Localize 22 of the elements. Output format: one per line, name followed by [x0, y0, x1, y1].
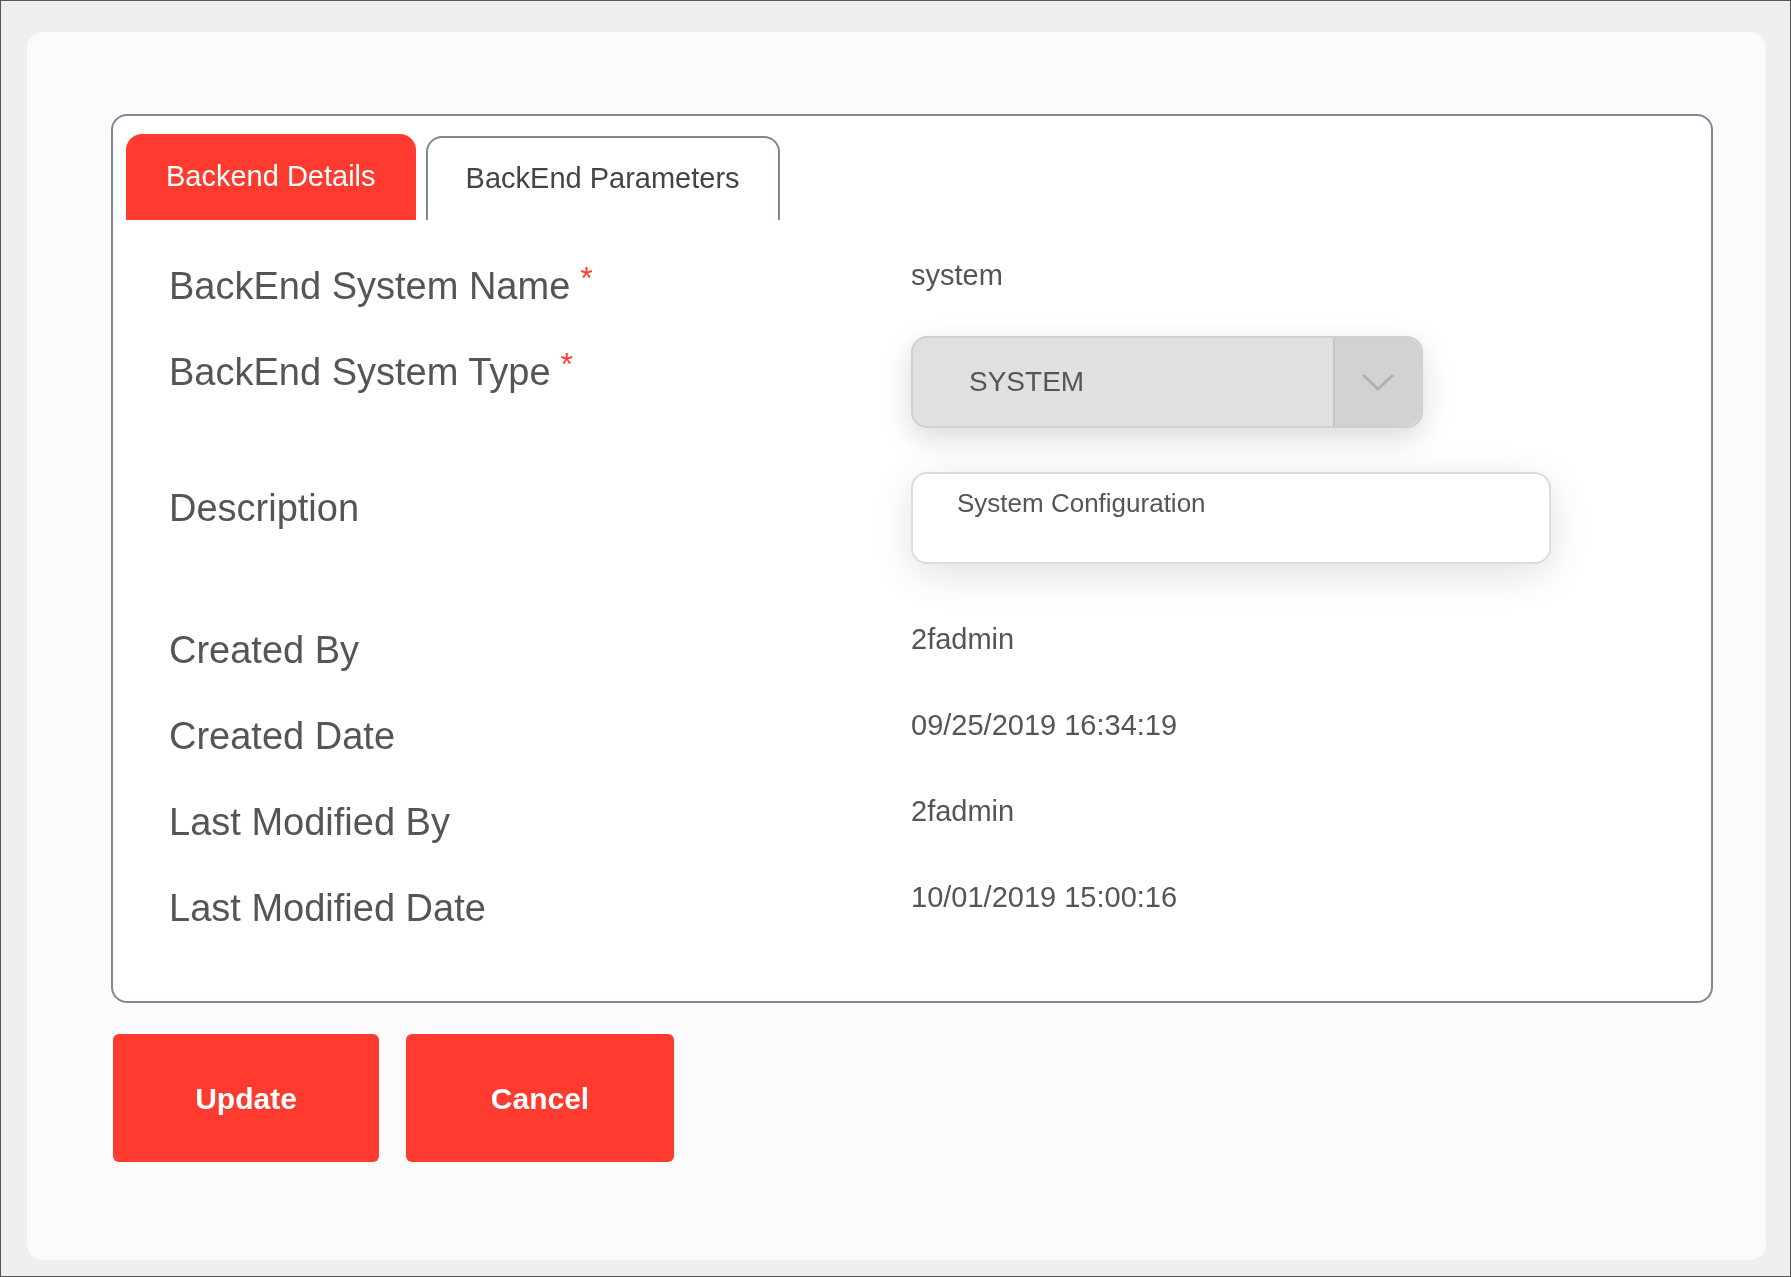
update-button[interactable]: Update: [113, 1034, 379, 1162]
required-mark: *: [560, 345, 574, 380]
select-field[interactable]: SYSTEM: [911, 336, 1423, 428]
chevron-down-icon: [1360, 372, 1396, 392]
field-value: 2fadmin: [911, 794, 1015, 829]
field-value: 10/01/2019 15:00:16: [911, 880, 1178, 915]
field-value: 09/25/2019 16:34:19: [911, 708, 1178, 743]
tab[interactable]: Backend Details: [126, 134, 416, 220]
description-field[interactable]: System Configuration: [911, 472, 1551, 564]
cancel-button[interactable]: Cancel: [406, 1034, 674, 1162]
field-value: 2fadmin: [911, 622, 1015, 657]
field-label: Description: [169, 486, 360, 531]
select-value: SYSTEM: [968, 365, 1086, 399]
required-mark: *: [580, 259, 593, 294]
field-value: system: [911, 258, 1003, 293]
field-label: Last Modified By: [169, 800, 450, 845]
field-label: Last Modified Date: [169, 886, 486, 931]
tab[interactable]: BackEnd Parameters: [425, 136, 780, 220]
field-label: Created Date: [169, 714, 395, 759]
field-label: Created By: [169, 628, 360, 673]
field-label: BackEnd System Name: [169, 264, 571, 309]
field-label: BackEnd System Type: [169, 350, 551, 395]
